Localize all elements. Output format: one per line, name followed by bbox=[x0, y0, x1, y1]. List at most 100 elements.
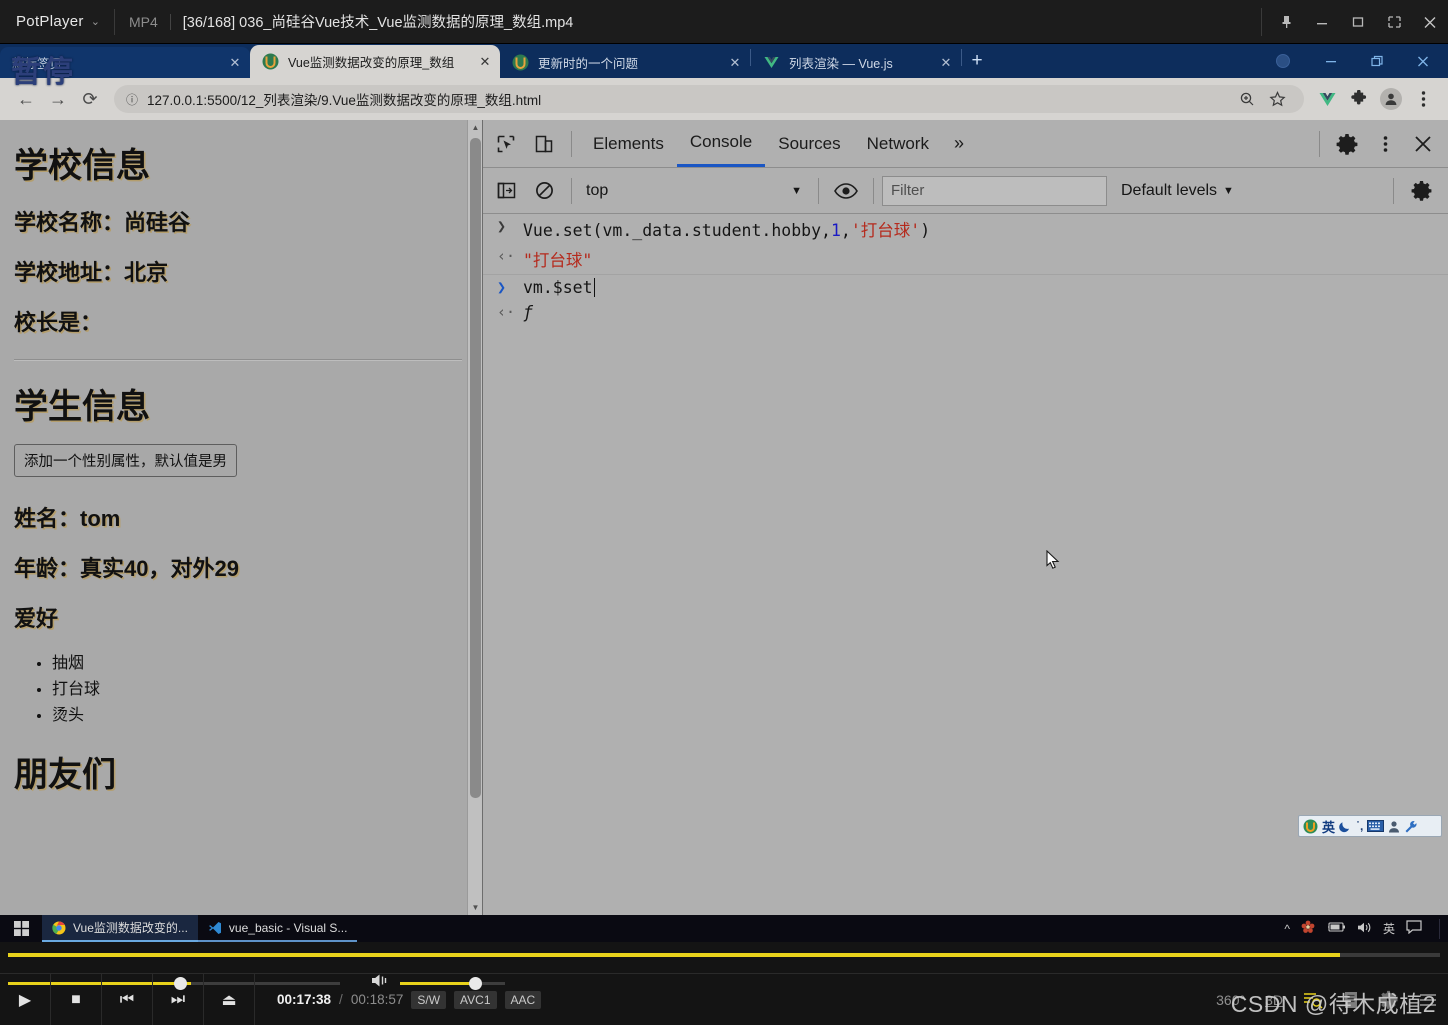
tab-sources[interactable]: Sources bbox=[765, 120, 853, 167]
media-file-title: [36/168] 036_尚硅谷Vue技术_Vue监测数据的原理_数组.mp4 bbox=[182, 15, 574, 31]
profile-avatar-icon[interactable] bbox=[1276, 54, 1290, 68]
console-eval-preview-row: ‹· ƒ bbox=[483, 300, 1448, 325]
clear-console-icon[interactable] bbox=[525, 172, 563, 210]
tray-expand-icon[interactable]: ^ bbox=[1284, 922, 1290, 936]
ime-mode-label[interactable]: 英 bbox=[1322, 817, 1335, 836]
pin-icon[interactable] bbox=[1268, 7, 1304, 37]
sogou-logo-icon[interactable] bbox=[1303, 819, 1318, 834]
maximize-icon[interactable] bbox=[1340, 7, 1376, 37]
execution-context-value: top bbox=[586, 181, 609, 199]
student-name-line: 姓名：tom bbox=[14, 506, 121, 531]
taskbar-item-label: Vue监测数据改变的... bbox=[73, 921, 188, 935]
moon-icon[interactable] bbox=[1339, 820, 1352, 833]
student-age-line: 年龄：真实40，对外29 bbox=[14, 556, 239, 581]
log-levels-label: Default levels bbox=[1121, 181, 1218, 199]
volume-icon[interactable] bbox=[1357, 921, 1372, 937]
zoom-icon[interactable] bbox=[1232, 84, 1262, 114]
decoder-badge[interactable]: S/W bbox=[411, 990, 447, 1009]
play-button[interactable]: ▶ bbox=[0, 973, 51, 1025]
time-separator: / bbox=[339, 992, 343, 1007]
start-icon[interactable] bbox=[0, 921, 42, 936]
scroll-up-icon[interactable]: ▲ bbox=[468, 120, 482, 135]
scroll-down-icon[interactable]: ▼ bbox=[468, 900, 482, 915]
close-icon[interactable]: ✕ bbox=[935, 55, 957, 71]
browser-tab-3[interactable]: 更新时的一个问题 ✕ bbox=[500, 47, 750, 78]
user-icon[interactable] bbox=[1388, 820, 1400, 833]
more-tabs-icon[interactable]: » bbox=[942, 133, 976, 154]
csdn-watermark: CSDN @待木成植2 bbox=[1230, 991, 1436, 1017]
console-prompt-input[interactable]: vm.$set bbox=[523, 278, 595, 297]
device-toolbar-icon[interactable] bbox=[525, 125, 563, 163]
vue-devtools-icon[interactable] bbox=[1312, 84, 1342, 114]
tab-title: 列表渲染 — Vue.js bbox=[789, 57, 893, 71]
system-tray: ^ 英 bbox=[1284, 918, 1448, 939]
new-tab-button[interactable]: + bbox=[962, 46, 992, 76]
taskbar-item-vscode[interactable]: vue_basic - Visual S... bbox=[197, 915, 358, 942]
web-page-content: 学校信息 学校名称：尚硅谷 学校地址：北京 校长是： 学生信息 添加一个性别属性… bbox=[0, 120, 483, 915]
page-scrollbar[interactable]: ▲ ▼ bbox=[467, 120, 482, 915]
console-output[interactable]: ❯ Vue.set(vm._data.student.hobby,1,'打台球'… bbox=[483, 214, 1448, 915]
tab-elements[interactable]: Elements bbox=[580, 120, 677, 167]
stop-button[interactable]: ■ bbox=[51, 973, 102, 1025]
tab-network[interactable]: Network bbox=[854, 120, 942, 167]
media-format-label: MP4 bbox=[128, 13, 158, 30]
live-expression-icon[interactable] bbox=[827, 172, 865, 210]
keyboard-icon[interactable] bbox=[1367, 820, 1385, 832]
close-icon[interactable] bbox=[1400, 45, 1446, 77]
punctuation-icon[interactable]: ˙, bbox=[1356, 819, 1363, 833]
site-info-icon[interactable]: ⓘ bbox=[126, 91, 138, 108]
devtools-panel: Elements Console Sources Network » top ▼… bbox=[483, 120, 1448, 915]
battery-icon[interactable] bbox=[1326, 921, 1346, 936]
chevron-down-icon[interactable]: ⌄ bbox=[91, 15, 100, 28]
chrome-tab-strip: 新标签页 ✕ Vue监测数据改变的原理_数组 ✕ 更新时的一个问题 ✕ 列表渲染… bbox=[0, 44, 1448, 78]
tab-console[interactable]: Console bbox=[676, 120, 766, 167]
add-gender-button[interactable]: 添加一个性别属性，默认值是男 bbox=[14, 444, 237, 477]
inspect-element-icon[interactable] bbox=[487, 125, 525, 163]
extensions-puzzle-icon[interactable] bbox=[1344, 84, 1374, 114]
minimize-icon[interactable] bbox=[1308, 45, 1354, 77]
video-progress-bar[interactable] bbox=[8, 953, 1440, 957]
eject-button[interactable]: ⏏ bbox=[204, 973, 255, 1025]
restore-icon[interactable] bbox=[1354, 45, 1400, 77]
close-icon[interactable]: ✕ bbox=[474, 54, 496, 70]
console-eval-preview-text: ƒ bbox=[523, 303, 533, 322]
console-filter-input[interactable]: Filter bbox=[882, 175, 1107, 206]
chrome-menu-icon[interactable] bbox=[1408, 84, 1438, 114]
browser-tab-4[interactable]: 列表渲染 — Vue.js ✕ bbox=[751, 47, 961, 78]
flower-icon[interactable] bbox=[1301, 920, 1315, 937]
console-settings-icon[interactable] bbox=[1402, 172, 1440, 210]
browser-tab-2[interactable]: Vue监测数据改变的原理_数组 ✕ bbox=[250, 45, 500, 78]
log-levels-select[interactable]: Default levels ▼ bbox=[1121, 182, 1234, 200]
result-arrow-icon: ‹· bbox=[497, 247, 516, 265]
close-icon[interactable]: ✕ bbox=[724, 55, 746, 71]
execution-context-select[interactable]: top ▼ bbox=[580, 182, 810, 200]
console-prompt-row[interactable]: ❯ vm.$set bbox=[483, 275, 1448, 300]
address-bar[interactable]: ⓘ 127.0.0.1:5500/12_列表渲染/9.Vue监测数据改变的原理_… bbox=[114, 85, 1304, 113]
school-name-line: 学校名称：尚硅谷 bbox=[14, 210, 191, 235]
gear-icon[interactable] bbox=[1328, 125, 1366, 163]
vue-favicon-icon bbox=[512, 54, 529, 71]
taskbar-item-chrome[interactable]: Vue监测数据改变的... bbox=[42, 915, 198, 942]
chrome-browser-window: 新标签页 ✕ Vue监测数据改变的原理_数组 ✕ 更新时的一个问题 ✕ 列表渲染… bbox=[0, 44, 1448, 915]
profile-icon[interactable] bbox=[1376, 84, 1406, 114]
hobby-list: 抽烟 打台球 烫头 bbox=[14, 651, 462, 729]
minimize-icon[interactable] bbox=[1304, 7, 1340, 37]
close-icon[interactable] bbox=[1412, 7, 1448, 37]
more-options-icon[interactable] bbox=[1366, 125, 1404, 163]
fullscreen-icon[interactable] bbox=[1376, 7, 1412, 37]
reload-button[interactable]: ⟳ bbox=[74, 83, 106, 115]
console-result-row: ‹· "打台球" bbox=[483, 244, 1448, 275]
scrollbar-thumb[interactable] bbox=[470, 138, 481, 798]
close-icon[interactable]: ✕ bbox=[224, 55, 246, 71]
audio-codec-badge[interactable]: AAC bbox=[504, 990, 542, 1009]
ime-tray-label[interactable]: 英 bbox=[1383, 920, 1395, 937]
notification-icon[interactable] bbox=[1406, 920, 1422, 937]
video-codec-badge[interactable]: AVC1 bbox=[454, 990, 497, 1009]
toolbox-icon[interactable] bbox=[1404, 820, 1417, 833]
previous-button[interactable]: ⏮ bbox=[102, 973, 153, 1025]
console-sidebar-icon[interactable] bbox=[487, 172, 525, 210]
bookmark-star-icon[interactable] bbox=[1262, 84, 1292, 114]
next-button[interactable]: ⏭ bbox=[153, 973, 204, 1025]
close-icon[interactable] bbox=[1404, 125, 1442, 163]
sogou-ime-bar[interactable]: 英 ˙, bbox=[1298, 815, 1442, 837]
